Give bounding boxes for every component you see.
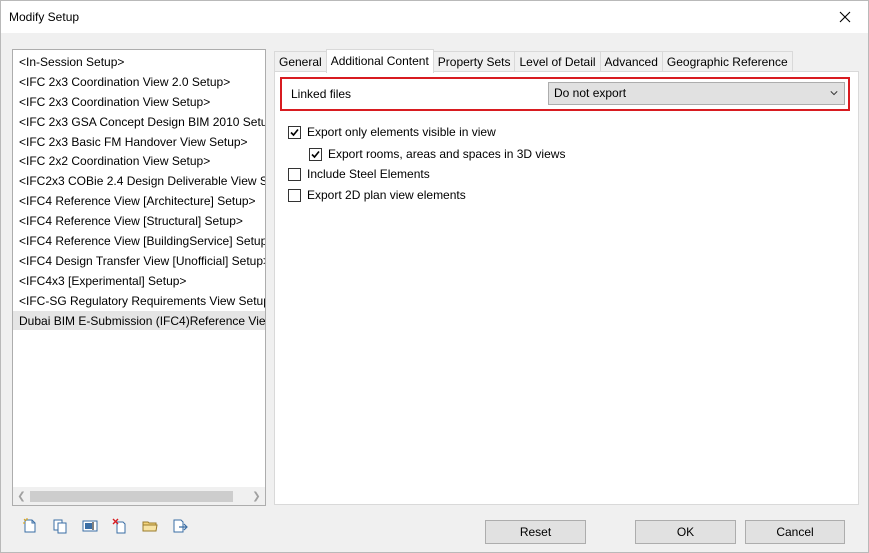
option-label: Export rooms, areas and spaces in 3D vie… (328, 147, 566, 161)
setup-list-item[interactable]: <IFC4 Reference View [Structural] Setup> (13, 211, 265, 231)
checkmark-icon (290, 128, 299, 136)
checkbox[interactable] (288, 188, 301, 202)
checkmark-icon (311, 150, 320, 158)
setup-list[interactable]: <In-Session Setup> <IFC 2x3 Coordination … (12, 49, 266, 506)
setup-list-item[interactable]: <IFC 2x3 GSA Concept Design BIM 2010 Set… (13, 112, 265, 132)
setup-list-item[interactable]: <IFC4 Reference View [Architecture] Setu… (13, 191, 265, 211)
tab-geographic-reference[interactable]: Geographic Reference (661, 51, 793, 73)
scroll-right-arrow-icon[interactable]: ❯ (248, 488, 265, 505)
setup-list-item[interactable]: <IFC 2x3 Basic FM Handover View Setup> (13, 132, 265, 152)
close-button[interactable] (822, 1, 868, 33)
setup-list-item[interactable]: <In-Session Setup> (13, 52, 265, 72)
tab-level-of-detail[interactable]: Level of Detail (514, 51, 601, 73)
option-row[interactable]: Export 2D plan view elements (288, 187, 466, 203)
setup-list-item[interactable]: <IFC 2x3 Coordination View Setup> (13, 92, 265, 112)
rename-setup-icon[interactable] (81, 517, 99, 535)
tab-strip: General Additional Content Property Sets Le… (274, 49, 793, 73)
duplicate-setup-icon[interactable] (51, 517, 69, 535)
setup-list-item[interactable]: <IFC4 Reference View [BuildingService] S… (13, 231, 265, 251)
setup-list-item[interactable]: <IFC 2x2 Coordination View Setup> (13, 151, 265, 171)
additional-content-panel: Linked files Do not export Export only e… (274, 71, 859, 505)
setup-list-item[interactable]: <IFC 2x3 Coordination View 2.0 Setup> (13, 72, 265, 92)
checkbox[interactable] (288, 125, 301, 139)
cancel-button[interactable]: Cancel (745, 520, 845, 544)
tab-additional-content[interactable]: Additional Content (325, 49, 434, 73)
setup-list-item[interactable]: <IFC4 Design Transfer View [Unofficial] … (13, 251, 265, 271)
setup-toolbar (21, 517, 201, 535)
ok-button[interactable]: OK (635, 520, 736, 544)
close-icon (839, 11, 851, 23)
option-row[interactable]: Export rooms, areas and spaces in 3D vie… (309, 146, 565, 162)
modify-setup-dialog: Modify Setup <In-Session Setup> <IFC 2x3 … (0, 0, 869, 553)
linked-files-dropdown[interactable]: Do not export (548, 82, 845, 105)
linked-files-value: Do not export (554, 86, 627, 100)
option-label: Export only elements visible in view (307, 125, 496, 139)
title-bar: Modify Setup (1, 1, 868, 33)
new-setup-icon[interactable] (21, 517, 39, 535)
setup-list-item[interactable]: <IFC-SG Regulatory Requirements View Set… (13, 291, 265, 311)
tab-general[interactable]: General (274, 51, 327, 73)
reset-button[interactable]: Reset (485, 520, 586, 544)
option-label: Include Steel Elements (307, 167, 430, 181)
import-setup-icon[interactable] (141, 517, 159, 535)
option-label: Export 2D plan view elements (307, 188, 466, 202)
option-row[interactable]: Include Steel Elements (288, 166, 430, 182)
tab-advanced[interactable]: Advanced (599, 51, 663, 73)
scrollbar-thumb[interactable] (30, 491, 233, 502)
checkbox[interactable] (288, 167, 301, 181)
export-setup-icon[interactable] (171, 517, 189, 535)
setup-list-item[interactable]: <IFC4x3 [Experimental] Setup> (13, 271, 265, 291)
checkbox[interactable] (309, 147, 322, 161)
tab-property-sets[interactable]: Property Sets (432, 51, 516, 73)
linked-files-label: Linked files (291, 87, 352, 101)
chevron-down-icon (828, 85, 840, 101)
scroll-left-arrow-icon[interactable]: ❮ (13, 488, 30, 505)
linked-files-row: Linked files Do not export (280, 77, 850, 111)
setup-list-items: <In-Session Setup> <IFC 2x3 Coordination … (13, 52, 265, 331)
delete-setup-icon[interactable] (111, 517, 129, 535)
window-title: Modify Setup (9, 10, 80, 24)
option-row[interactable]: Export only elements visible in view (288, 124, 496, 140)
horizontal-scrollbar[interactable]: ❮ ❯ (13, 487, 265, 505)
setup-list-item[interactable]: Dubai BIM E-Submission (IFC4)Reference V… (13, 310, 265, 331)
setup-list-item[interactable]: <IFC2x3 COBie 2.4 Design Deliverable Vie… (13, 171, 265, 191)
